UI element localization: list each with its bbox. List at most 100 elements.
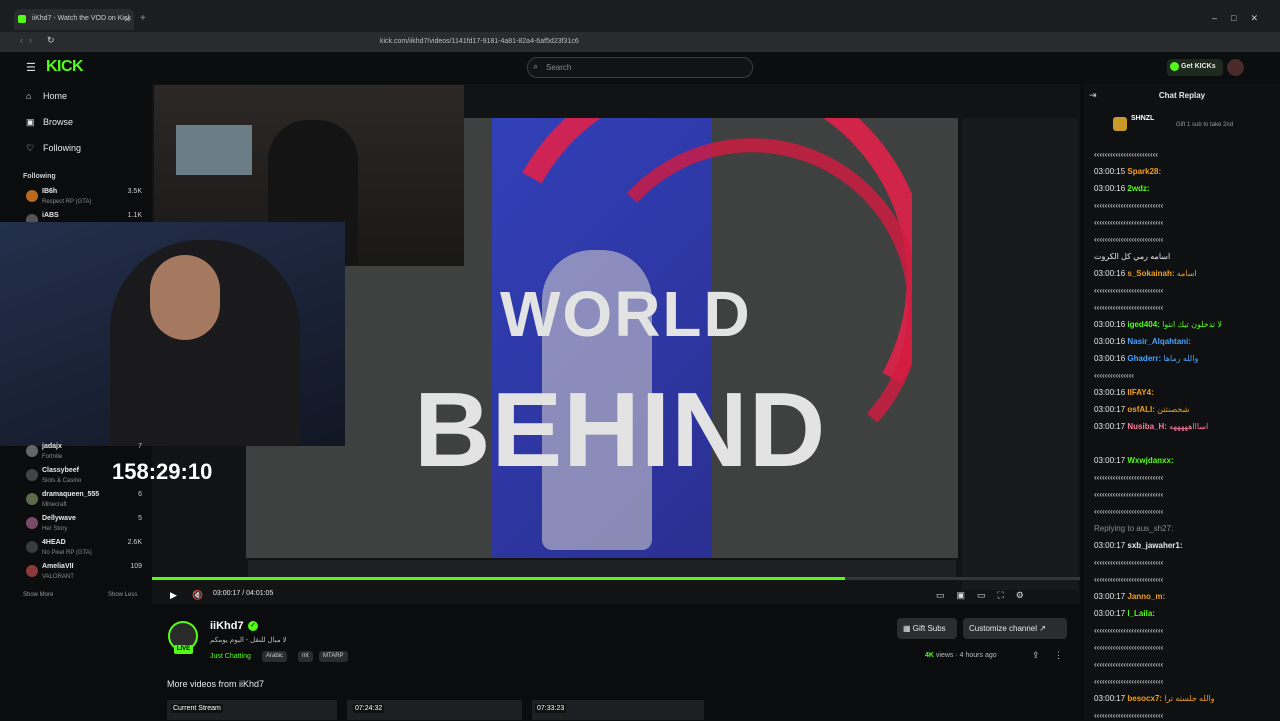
search-input[interactable]: Search: [527, 57, 753, 78]
chat-message: 03:00:17 besocx7: والله جلسته ترا: [1094, 694, 1254, 704]
following-heading: Following: [23, 173, 56, 180]
chat-message: اسامه رمي كل الكروت: [1094, 252, 1254, 262]
hamburger-menu-icon[interactable]: ☰: [26, 61, 36, 74]
chat-timestamp: 03:00:15: [1094, 167, 1128, 176]
chat-message: 03:00:16 IIFAY4:: [1094, 388, 1254, 398]
chat-message: ‹‹‹‹‹‹‹‹‹‹‹‹‹‹‹‹‹‹‹‹‹‹‹‹‹‹: [1094, 677, 1254, 687]
video-text-behind: BEHIND: [414, 371, 827, 489]
live-badge: LIVE: [174, 645, 193, 654]
chat-message: ‹‹‹‹‹‹‹‹‹‹‹‹‹‹‹‹‹‹‹‹‹‹‹‹: [1094, 150, 1254, 160]
tab-close-icon[interactable]: ✕: [124, 15, 131, 24]
search-icon: ⌕: [533, 61, 539, 71]
play-icon[interactable]: ▶: [170, 590, 177, 601]
chat-username: sxb_jawaher1:: [1127, 541, 1183, 550]
browser-tab-bar: [0, 0, 1280, 32]
video-thumbnail[interactable]: 07:33:23: [532, 700, 704, 720]
channel-name[interactable]: iiKhd7: [210, 620, 244, 632]
following-item[interactable]: IB6h Respect RP (GTA) 3.5K: [22, 188, 144, 212]
chat-text: ‹‹‹‹‹‹‹‹‹‹‹‹‹‹‹‹‹‹‹‹‹‹‹‹‹‹: [1094, 575, 1164, 584]
tag-arabic[interactable]: Arabic: [262, 651, 288, 662]
url-field[interactable]: kick.com/iikhd7/videos/1141fd17-9181-4a8…: [374, 35, 904, 49]
chat-message: 03:00:17 Nusiba_H: اساااهههههه: [1094, 422, 1254, 432]
new-tab-icon[interactable]: +: [140, 13, 146, 24]
category-link[interactable]: Just Chatting: [210, 653, 251, 660]
collapse-chat-icon[interactable]: ⇥: [1089, 90, 1097, 101]
more-videos-heading: More videos from iiKhd7: [167, 679, 265, 689]
following-item[interactable]: AmeliaVII VALORANT 109: [22, 563, 144, 587]
chat-text: Replying to aus_sh27:: [1094, 524, 1174, 533]
following-item[interactable]: 4HEAD No Pixel RP (GTA) 2.6K: [22, 539, 144, 563]
overlay-timer: 158:29:10: [112, 459, 213, 484]
following-item[interactable]: dramaqueen_555 Minecraft 6: [22, 491, 144, 515]
chat-title: Chat Replay: [1158, 91, 1206, 100]
chat-text: اسامه: [1176, 269, 1197, 278]
chat-message: ‹‹‹‹‹‹‹‹‹‹‹‹‹‹‹‹‹‹‹‹‹‹‹‹‹‹: [1094, 558, 1254, 568]
chat-text: ‹‹‹‹‹‹‹‹‹‹‹‹‹‹‹‹‹‹‹‹‹‹‹‹‹‹: [1094, 303, 1164, 312]
chat-timestamp: 03:00:17: [1094, 694, 1128, 703]
chat-username: Spark28:: [1127, 167, 1162, 176]
avatar: [26, 565, 38, 577]
chat-timestamp: 03:00:17: [1094, 541, 1128, 550]
chat-username: iged404:: [1127, 320, 1163, 329]
chat-text: ‹‹‹‹‹‹‹‹‹‹‹‹‹‹‹‹‹‹‹‹‹‹‹‹‹‹: [1094, 235, 1164, 244]
chat-username: Nusiba_H:: [1127, 422, 1170, 431]
chat-username: s_Sokainah:: [1127, 269, 1177, 278]
window-controls[interactable]: –□✕: [1212, 13, 1272, 24]
chat-message: 03:00:17 osfALI: شخصنتتن: [1094, 405, 1254, 415]
customize-channel-button[interactable]: Customize channel ↗: [963, 618, 1067, 639]
avatar: [26, 469, 38, 481]
chat-username: besocx7:: [1127, 694, 1165, 703]
pinned-gifter[interactable]: SHNZL Gift 1 sub to take 2nd: [1104, 113, 1254, 139]
monitor-image: [176, 125, 252, 175]
chat-message: 03:00:16 2wdz:: [1094, 184, 1254, 194]
views-count: 4K views · 4 hours ago: [925, 652, 997, 659]
inner-emote-bar: [248, 560, 956, 578]
chat-message: ‹‹‹‹‹‹‹‹‹‹‹‹‹‹‹‹‹‹‹‹‹‹‹‹‹‹: [1094, 626, 1254, 636]
following-item[interactable]: Dellywave Her Story 5: [22, 515, 144, 539]
avatar: [26, 541, 38, 553]
more-options-icon[interactable]: ⋮: [1054, 650, 1063, 661]
chat-message: ‹‹‹‹‹‹‹‹‹‹‹‹‹‹‹‹‹‹‹‹‹‹‹‹‹‹: [1094, 218, 1254, 228]
player-controls-right[interactable]: ▭▣▭⛶⚙: [936, 590, 1036, 601]
avatar: [26, 493, 38, 505]
avatar: [26, 445, 38, 457]
chat-text: ‹‹‹‹‹‹‹‹‹‹‹‹‹‹‹‹‹‹‹‹‹‹‹‹‹‹: [1094, 473, 1164, 482]
chat-timestamp: 03:00:16: [1094, 184, 1128, 193]
gift-subs-button[interactable]: ▦ Gift Subs: [897, 618, 957, 639]
tag-mtarp[interactable]: MTARP: [319, 651, 348, 662]
chat-text: ‹‹‹‹‹‹‹‹‹‹‹‹‹‹‹: [1094, 371, 1134, 380]
home-icon: ⌂: [26, 91, 32, 101]
chat-text: اسامه رمي كل الكروت: [1094, 252, 1171, 261]
chat-message: 03:00:17 Wxwjdanxx:: [1094, 456, 1254, 466]
chat-text: ‹‹‹‹‹‹‹‹‹‹‹‹‹‹‹‹‹‹‹‹‹‹‹‹‹‹: [1094, 626, 1164, 635]
tab-title: iiKhd7 - Watch the VOD on Kick: [32, 15, 131, 22]
chat-timestamp: 03:00:16: [1094, 354, 1128, 363]
mute-icon[interactable]: 🔇: [192, 590, 203, 601]
reload-icon[interactable]: ↻: [47, 35, 55, 46]
avatar: [26, 190, 38, 202]
chat-username: 2wdz:: [1127, 184, 1150, 193]
user-avatar[interactable]: [1227, 59, 1244, 76]
show-more-link[interactable]: Show More: [23, 592, 53, 598]
chat-message: ‹‹‹‹‹‹‹‹‹‹‹‹‹‹‹‹‹‹‹‹‹‹‹‹‹‹: [1094, 201, 1254, 211]
chat-message: 03:00:16 Ghaderr: والله رماها: [1094, 354, 1254, 364]
chat-text: لا تدخلون تيك انتوا: [1162, 320, 1222, 329]
tag-mt[interactable]: mt: [298, 651, 313, 662]
chat-message: 03:00:17 sxb_jawaher1:: [1094, 541, 1254, 551]
show-less-link[interactable]: Show Less: [108, 592, 137, 598]
chat-timestamp: 03:00:17: [1094, 405, 1128, 414]
video-thumbnail[interactable]: 07:24:32: [347, 700, 522, 720]
chat-text: شخصنتتن: [1157, 405, 1190, 414]
heart-icon: ♡: [26, 143, 35, 153]
chat-username: Janno_m:: [1127, 592, 1166, 601]
chat-text: ‹‹‹‹‹‹‹‹‹‹‹‹‹‹‹‹‹‹‹‹‹‹‹‹‹‹: [1094, 507, 1164, 516]
chat-text: ‹‹‹‹‹‹‹‹‹‹‹‹‹‹‹‹‹‹‹‹‹‹‹‹‹‹: [1094, 711, 1164, 720]
share-icon[interactable]: ⇪: [1032, 650, 1040, 661]
kick-logo[interactable]: KICK: [46, 58, 84, 76]
video-text-world: WORLD: [500, 278, 752, 350]
nav-arrows-icon[interactable]: ‹›: [20, 35, 38, 45]
browser-tab[interactable]: iiKhd7 - Watch the VOD on Kick: [14, 9, 134, 30]
stream-title: لا مبال للنقل - اليوم يومكم: [210, 637, 287, 644]
video-thumbnail[interactable]: Current Stream: [167, 700, 337, 720]
chat-message: 03:00:17 Janno_m:: [1094, 592, 1254, 602]
